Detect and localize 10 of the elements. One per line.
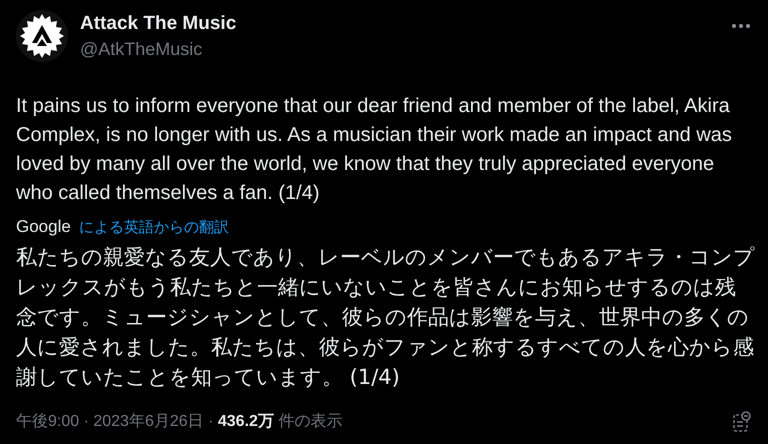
avatar-logo[interactable] [16,10,68,62]
account-handle[interactable]: @AtkTheMusic [80,37,236,61]
account-name[interactable]: Attack The Music [80,11,236,37]
post-meta: 午後9:00 · 2023年6月26日 · 436.2万 件の表示 [16,412,342,432]
analytics-icon[interactable] [732,410,752,432]
google-logo: Google [16,216,71,238]
translated-text: 私たちの親愛なる友人であり、レーベルのメンバーでもあるアキラ・コンプレックスがもう私たちと一緒にいないことを皆さんにお知らせするのは残念です。ミュージシャンとして、彼らの作品は影響を与え、世界中の多くの人に愛されました。私たちは、彼らがファンと称するすべての人を心から感謝していたことを知っています。 (1/4) [16,244,756,390]
post-text: It pains us to inform everyone that our dear friend and member of the label, Akira Complex, is no longer with us. As a musician their work made an impact and was loved by many all over the world, we know that they truly appreciated everyone who called themselves a fan. (1/4) [16,94,733,206]
more-icon[interactable] [732,24,750,28]
translation-link[interactable]: による英語からの翻訳 [78,217,229,240]
